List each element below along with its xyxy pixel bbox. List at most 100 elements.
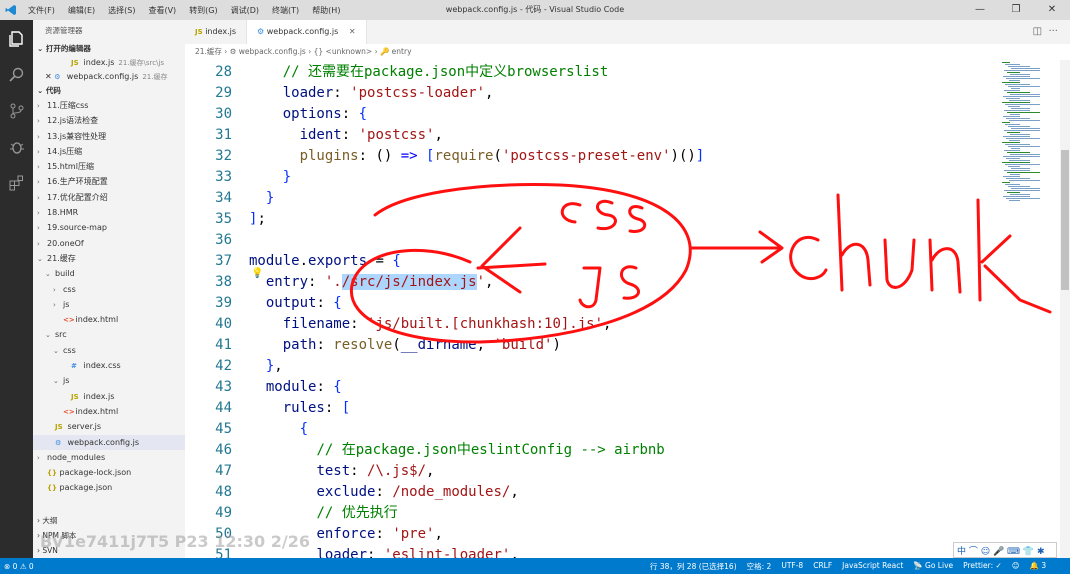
menu-item[interactable]: 编辑(E)	[68, 5, 95, 16]
code-line[interactable]: rules: [	[249, 398, 350, 419]
tree-item[interactable]: JS server.js	[33, 419, 185, 434]
tree-item[interactable]: › 14.js压缩	[33, 144, 185, 159]
menu-item[interactable]: 文件(F)	[28, 5, 55, 16]
tree-item[interactable]: › 17.优化配置介绍	[33, 190, 185, 205]
problems-status[interactable]: ⊗ 0 ⚠ 0	[0, 562, 34, 571]
code-line[interactable]: plugins: () => [require('postcss-preset-…	[249, 146, 705, 167]
tab-webpack-config[interactable]: ⚙ webpack.config.js ✕	[247, 20, 367, 44]
open-editor-item[interactable]: JS index.js 21.缓存\src\js	[33, 56, 185, 70]
tree-item[interactable]: ⚙ webpack.config.js	[33, 434, 185, 450]
code-line[interactable]: enforce: 'pre',	[249, 524, 442, 545]
code-line[interactable]: {	[249, 419, 308, 440]
tree-item[interactable]: › 12.js语法检查	[33, 113, 185, 128]
menu-item[interactable]: 选择(S)	[108, 5, 135, 16]
tree-item[interactable]: JS index.js	[33, 389, 185, 404]
code-line[interactable]: entry: './src/js/index.js',	[249, 272, 493, 293]
status-item[interactable]: 空格: 2	[747, 561, 772, 572]
menu-item[interactable]: 终端(T)	[272, 5, 299, 16]
tree-item[interactable]: › js	[33, 297, 185, 312]
code-line[interactable]: // 还需要在package.json中定义browserslist	[249, 62, 609, 83]
minimap-line	[1008, 146, 1040, 147]
tree-item[interactable]: # index.css	[33, 358, 185, 373]
status-item[interactable]: 😊	[1012, 561, 1020, 572]
code-line[interactable]: // 优先执行	[249, 503, 397, 524]
code-line[interactable]: filename: 'js/built.[chunkhash:10].js',	[249, 314, 612, 335]
explorer-icon[interactable]	[0, 30, 33, 56]
tree-item[interactable]: <> index.html	[33, 404, 185, 419]
code-line[interactable]: // 在package.json中eslintConfig --> airbnb	[249, 440, 664, 461]
tree-item[interactable]: <> index.html	[33, 312, 185, 327]
code-line[interactable]: ];	[249, 209, 266, 230]
code-line[interactable]: module.exports = {	[249, 251, 401, 272]
tree-item[interactable]: {} package-lock.json	[33, 465, 185, 480]
outline-section[interactable]: › 大纲	[33, 513, 185, 528]
minimap[interactable]	[1000, 60, 1060, 558]
code-line[interactable]: }	[249, 167, 291, 188]
debug-icon[interactable]	[0, 138, 33, 164]
breadcrumb[interactable]: 21.缓存 › ⚙ webpack.config.js › {} <unknow…	[185, 44, 1070, 60]
code-line[interactable]: path: resolve(__dirname, 'build')	[249, 335, 561, 356]
code-line[interactable]: loader: 'postcss-loader',	[249, 83, 494, 104]
status-item[interactable]: 行 38，列 28 (已选择16)	[650, 561, 737, 572]
close-tab-icon[interactable]: ✕	[349, 27, 356, 36]
code-editor[interactable]: 28 // 还需要在package.json中定义browserslist 29 …	[185, 60, 1070, 558]
tree-item[interactable]: ⌄ css	[33, 343, 185, 358]
menu-item[interactable]: 转到(G)	[189, 5, 217, 16]
status-item[interactable]: JavaScript React	[842, 561, 903, 572]
tree-item[interactable]: › 15.html压缩	[33, 159, 185, 174]
code-line[interactable]: loader: 'eslint-loader',	[249, 545, 518, 558]
close-icon[interactable]: ✕	[45, 72, 54, 81]
minimap-line	[1003, 176, 1020, 177]
tree-item[interactable]: ⌄ 21.缓存	[33, 251, 185, 266]
tree-item[interactable]: › 11.压缩css	[33, 98, 185, 113]
open-editor-item[interactable]: ✕ ⚙ webpack.config.js 21.缓存	[33, 70, 185, 84]
more-actions-icon[interactable]: ···	[1048, 26, 1058, 37]
folder-header[interactable]: ⌄ 代码	[33, 84, 185, 98]
svn-section[interactable]: › SVN	[33, 543, 185, 558]
status-item[interactable]: 🔔 3	[1030, 561, 1047, 572]
maximize-button[interactable]: ❐	[998, 0, 1034, 20]
tree-item[interactable]: ⌄ js	[33, 373, 185, 388]
tree-item[interactable]: ⌄ build	[33, 266, 185, 281]
menu-item[interactable]: 查看(V)	[148, 5, 176, 16]
tree-item[interactable]: › 18.HMR	[33, 205, 185, 220]
extensions-icon[interactable]	[0, 174, 33, 200]
status-item[interactable]: 📡 Go Live	[913, 561, 953, 572]
tab-index-js[interactable]: JS index.js	[185, 20, 248, 44]
tree-item[interactable]: {} package.json	[33, 480, 185, 495]
scrollbar-thumb[interactable]	[1061, 150, 1069, 290]
tree-item[interactable]: › 19.source-map	[33, 220, 185, 235]
search-icon[interactable]	[0, 66, 33, 92]
ime-toolbar[interactable]: 中 ⌒ ☺ 🎤 ⌨ 👕 ✱	[953, 542, 1057, 558]
status-item[interactable]: Prettier: ✓	[963, 561, 1002, 572]
vertical-scrollbar[interactable]	[1060, 60, 1070, 558]
menu-item[interactable]: 调试(D)	[231, 5, 259, 16]
open-editors-header[interactable]: ⌄ 打开的编辑器	[33, 42, 185, 56]
tree-item[interactable]: › 20.oneOf	[33, 236, 185, 251]
code-line[interactable]: },	[249, 356, 283, 377]
lightbulb-icon[interactable]: 💡	[251, 268, 263, 279]
code-line[interactable]: options: {	[249, 104, 367, 125]
tree-item[interactable]: › node_modules	[33, 450, 185, 465]
tree-item-label: package-lock.json	[59, 468, 132, 478]
code-line[interactable]: output: {	[249, 293, 342, 314]
code-line[interactable]: exclude: /node_modules/,	[249, 482, 518, 503]
code-line[interactable]: ident: 'postcss',	[249, 125, 443, 146]
split-editor-icon[interactable]: ◫	[1033, 26, 1042, 37]
code-line[interactable]: test: /\.js$/,	[249, 461, 434, 482]
npm-scripts-section[interactable]: › NPM 脚本	[33, 528, 185, 543]
minimap-line	[1010, 174, 1020, 175]
status-item[interactable]: UTF-8	[781, 561, 803, 572]
tree-item[interactable]: › css	[33, 282, 185, 297]
minimize-button[interactable]: —	[962, 0, 998, 20]
tree-item[interactable]: › 16.生产环境配置	[33, 174, 185, 189]
file-type-icon: #	[71, 362, 77, 371]
code-line[interactable]: }	[249, 188, 274, 209]
code-line[interactable]: module: {	[249, 377, 342, 398]
tree-item[interactable]: ⌄ src	[33, 327, 185, 342]
close-button[interactable]: ✕	[1034, 0, 1070, 20]
menu-item[interactable]: 帮助(H)	[312, 5, 340, 16]
tree-item[interactable]: › 13.js兼容性处理	[33, 129, 185, 144]
status-item[interactable]: CRLF	[813, 561, 832, 572]
source-control-icon[interactable]	[0, 102, 33, 128]
